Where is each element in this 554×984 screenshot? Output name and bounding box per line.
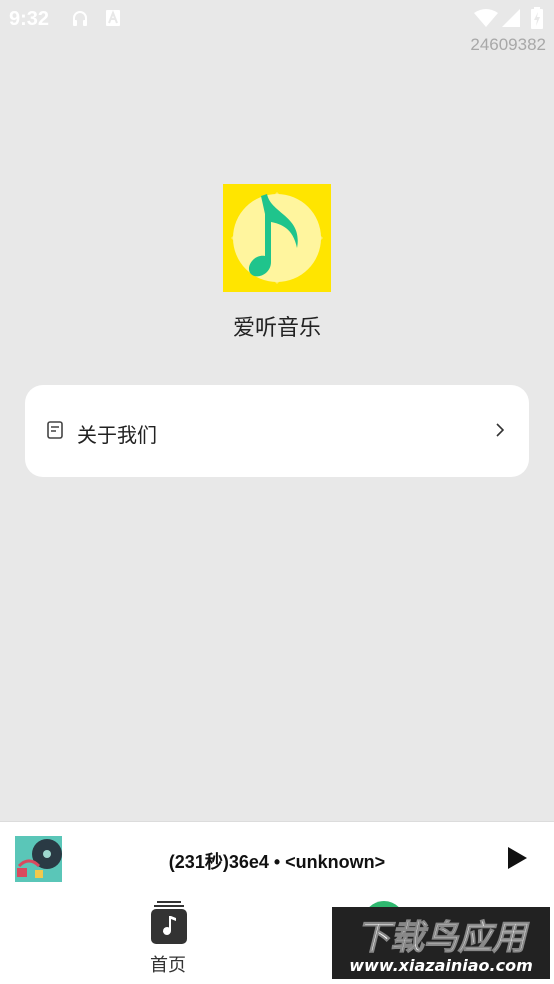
music-album-icon: [151, 901, 187, 944]
app-logo: [223, 184, 331, 292]
signal-icon: [502, 9, 520, 27]
build-id: 24609382: [470, 35, 546, 54]
mini-player[interactable]: (231秒)36e4 • <unknown>: [0, 821, 554, 890]
a-badge-icon: [106, 10, 120, 26]
about-us-item[interactable]: 关于我们: [25, 385, 529, 477]
app-name: 爱听音乐: [232, 316, 321, 341]
about-us-label: 关于我们: [77, 423, 157, 447]
watermark-logo: 下载鸟应用 www.xiazainiao.com: [332, 907, 550, 979]
play-icon[interactable]: [506, 846, 528, 870]
wifi-icon: [474, 9, 498, 27]
tab-home-label: 首页: [150, 955, 186, 976]
document-icon: [47, 421, 63, 439]
watermark-title: 下载鸟应用: [356, 918, 530, 958]
watermark-url: www.xiazainiao.com: [349, 956, 532, 975]
track-title: (231秒)36e4 • <unknown>: [168, 852, 386, 872]
battery-charging-icon: [531, 7, 543, 29]
status-time: 9:32: [9, 8, 50, 30]
chevron-right-icon: [496, 423, 504, 437]
status-bar: 9:32: [0, 0, 554, 36]
headphones-icon: [73, 11, 87, 26]
